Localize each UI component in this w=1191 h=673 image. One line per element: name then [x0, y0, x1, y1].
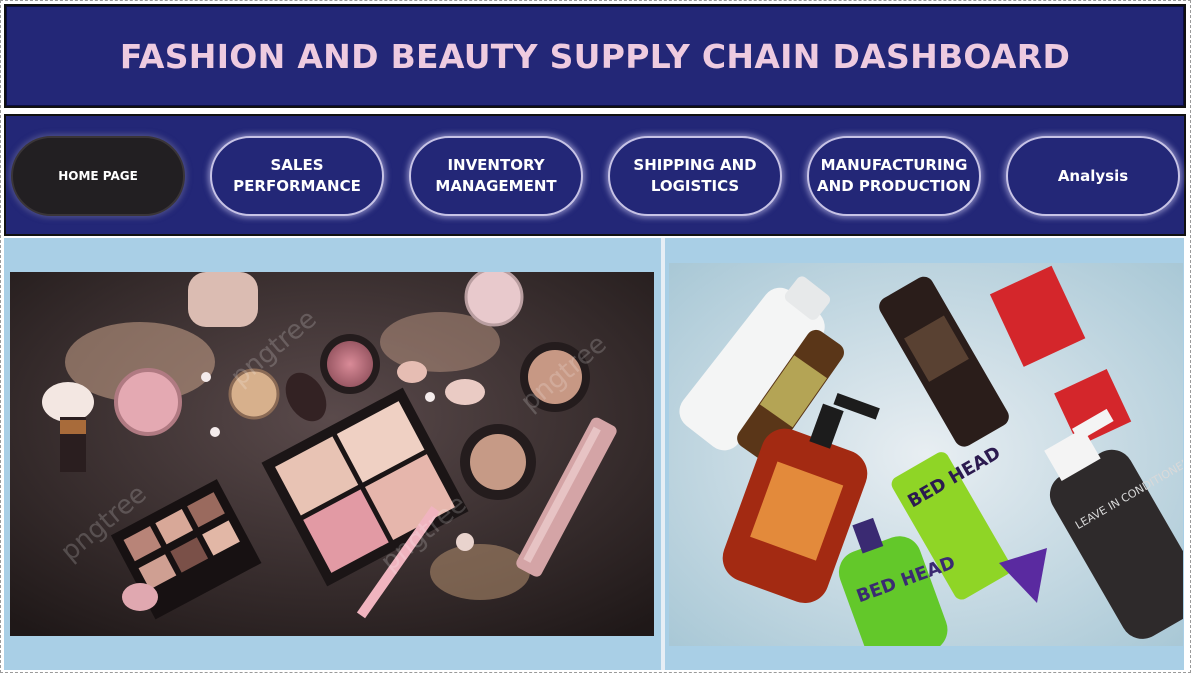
makeup-products-image: pngtree pngtree pngtree pngtree [10, 272, 654, 636]
nav-manufacturing-label-line2: AND PRODUCTION [817, 177, 971, 195]
nav-manufacturing-label-line1: MANUFACTURING [820, 156, 968, 174]
nav-inventory-label-line1: INVENTORY [447, 156, 545, 174]
nav-sales-label-line1: SALES [270, 156, 324, 174]
nav-shipping-label-line2: LOGISTICS [650, 177, 740, 195]
nav-home-page-button[interactable]: HOME PAGE [11, 136, 185, 216]
nav-inventory-management-button[interactable]: INVENTORY MANAGEMENT [409, 136, 583, 216]
nav-inventory-label-line2: MANAGEMENT [435, 177, 557, 195]
content-area: pngtree pngtree pngtree pngtree BED HEAD… [4, 238, 1184, 670]
page-title: FASHION AND BEAUTY SUPPLY CHAIN DASHBOAR… [119, 36, 1071, 76]
haircare-illustration: BED HEAD BED HEAD LEAVE IN CONDITIONER [669, 263, 1183, 646]
nav-home-page-label: HOME PAGE [58, 168, 138, 183]
nav-shipping-logistics-button[interactable]: SHIPPING AND LOGISTICS [608, 136, 782, 216]
makeup-illustration: pngtree pngtree pngtree pngtree [10, 272, 654, 636]
nav-analysis-button[interactable]: Analysis [1006, 136, 1180, 216]
nav-shipping-label-line1: SHIPPING AND [633, 156, 757, 174]
nav-sales-performance-button[interactable]: SALES PERFORMANCE [210, 136, 384, 216]
nav-manufacturing-production-button[interactable]: MANUFACTURING AND PRODUCTION [807, 136, 981, 216]
nav-analysis-label: Analysis [1057, 166, 1129, 185]
nav-bar: HOME PAGE SALES PERFORMANCE INVENTORY MA… [4, 114, 1186, 236]
header-banner: FASHION AND BEAUTY SUPPLY CHAIN DASHBOAR… [4, 4, 1186, 108]
haircare-products-image: BED HEAD BED HEAD LEAVE IN CONDITIONER [669, 263, 1183, 646]
nav-sales-label-line2: PERFORMANCE [233, 177, 361, 195]
content-divider [661, 238, 665, 670]
